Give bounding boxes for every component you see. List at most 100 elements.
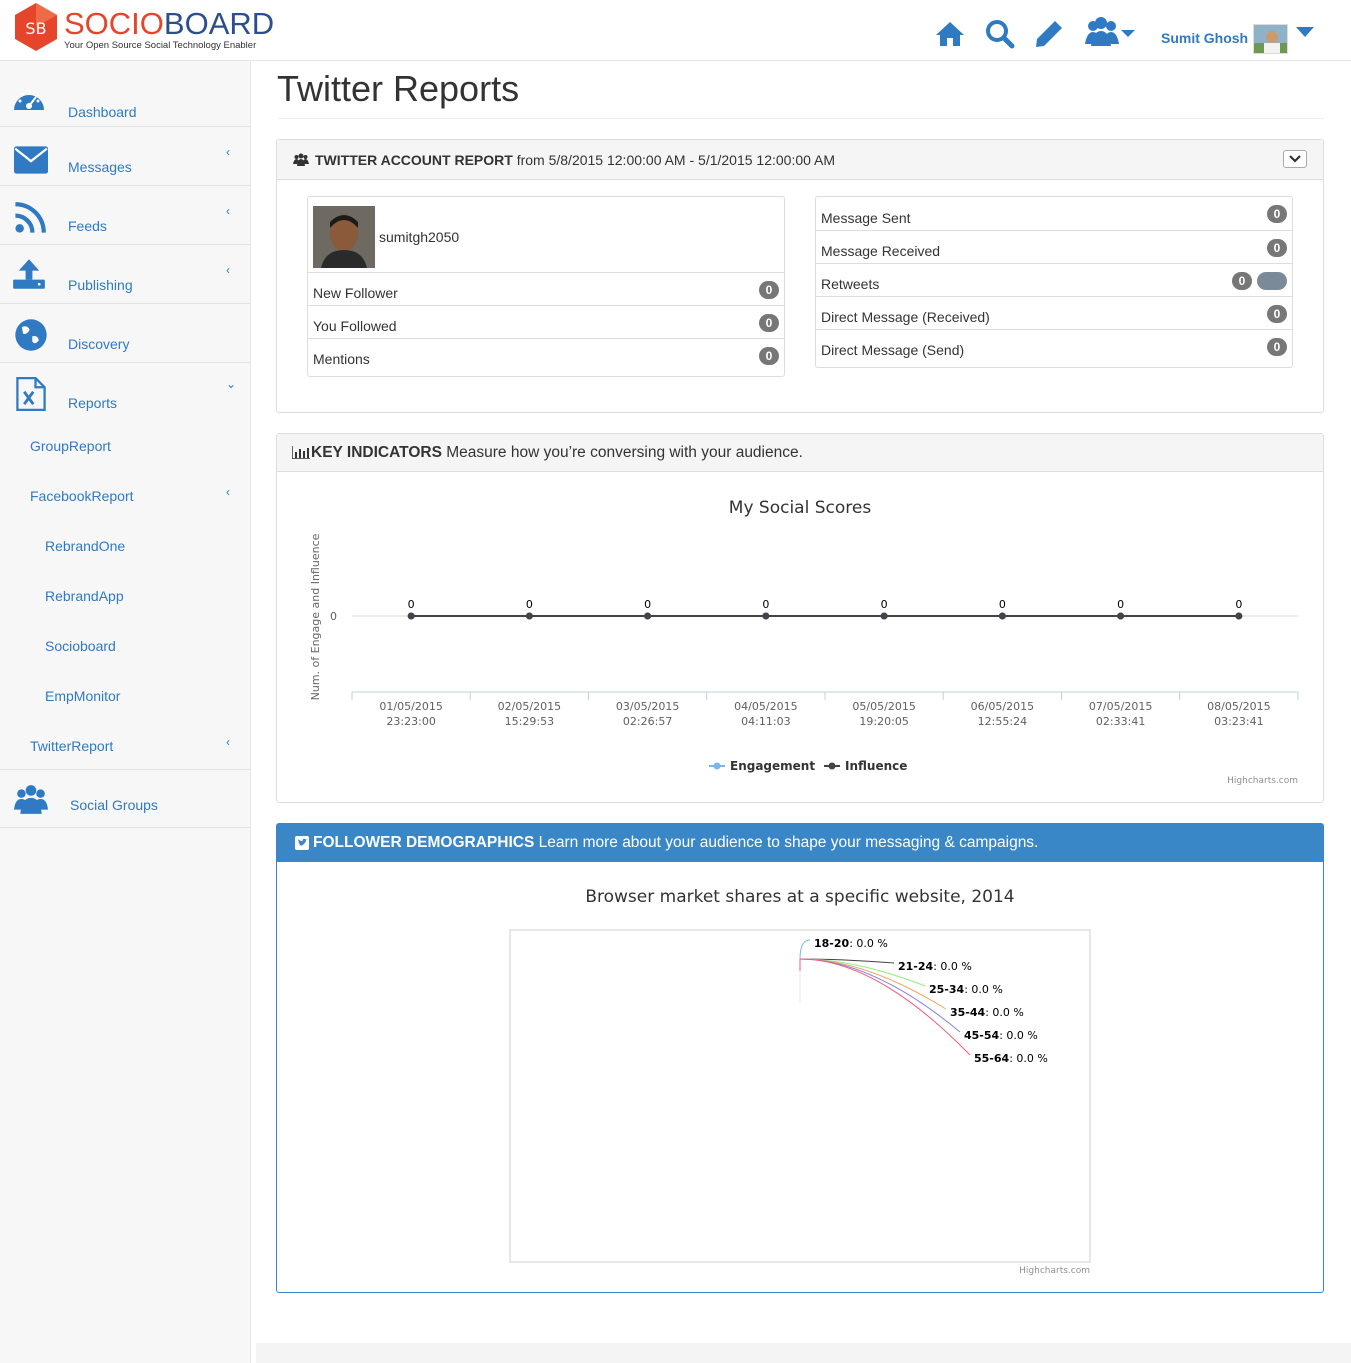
chevron-left-icon: ‹	[226, 263, 230, 277]
logo-hexagon-icon: SB	[15, 3, 57, 51]
page-title: Twitter Reports	[277, 68, 520, 109]
home-icon[interactable]	[934, 18, 966, 50]
collapse-toggle-button[interactable]	[1283, 150, 1307, 168]
count-badge: 0	[1267, 205, 1287, 223]
pie-label-55-64: 55-64: 0.0 %	[974, 1052, 1048, 1065]
socioboard-logo[interactable]: SB SOCIOBOARD Your Open Source Social Te…	[14, 2, 274, 58]
key-indicators-header: KEY INDICATORS Measure how you’re conver…	[277, 434, 1323, 472]
sidebar-subitem-facebookreport[interactable]: FacebookReport	[30, 488, 134, 538]
data-point	[1117, 612, 1125, 620]
profile-avatar	[313, 206, 375, 268]
sidebar-item-label: Discovery	[68, 336, 130, 352]
chevron-down-icon	[1289, 155, 1301, 163]
sidebar-item-label: Social Groups	[70, 797, 158, 813]
account-report-header: TWITTER ACCOUNT REPORT from 5/8/2015 12:…	[277, 140, 1323, 180]
data-point	[880, 612, 888, 620]
x-tick-label: 08/05/2015 03:23:41	[1207, 700, 1270, 728]
key-indicators-title: KEY INDICATORS Measure how you’re conver…	[311, 444, 803, 461]
users-dropdown-icon[interactable]	[1085, 16, 1137, 48]
data-point	[525, 612, 533, 620]
x-tick-label: 07/05/2015 02:33:41	[1089, 700, 1152, 728]
sidebar-subitem-socioboard[interactable]: Socioboard	[45, 638, 116, 688]
sidebar-item-social-groups[interactable]: Social Groups	[0, 769, 250, 828]
follower-demographics-panel: FOLLOWER DEMOGRAPHICS Learn more about y…	[276, 823, 1324, 1293]
profile-username[interactable]: sumitgh2050	[379, 229, 459, 245]
rss-icon	[15, 202, 46, 233]
data-point	[407, 612, 415, 620]
sidebar-item-feeds[interactable]: Feeds ‹	[0, 186, 250, 245]
pie-label-35-44: 35-44: 0.0 %	[950, 1006, 1024, 1019]
legend-item-influence: Influence	[845, 759, 907, 773]
logo-wordmark: SOCIOBOARD	[64, 6, 275, 41]
sidebar-subitem-rebrandapp[interactable]: RebrandApp	[45, 588, 124, 638]
upload-icon	[13, 259, 45, 289]
legend-marker	[828, 762, 836, 770]
x-tick-label: 02/05/2015 15:29:53	[498, 700, 561, 728]
x-tick-label: 01/05/2015 23:23:00	[379, 700, 442, 728]
data-label: 0	[999, 598, 1006, 611]
sidebar-item-reports[interactable]: Reports ⌄	[0, 363, 250, 422]
data-label: 0	[408, 598, 415, 611]
account-report-panel: TWITTER ACCOUNT REPORT from 5/8/2015 12:…	[276, 139, 1324, 413]
sidebar-item-dashboard[interactable]: Dashboard	[0, 71, 250, 127]
count-badge: 0	[1232, 272, 1252, 290]
follower-demographics-header: FOLLOWER DEMOGRAPHICS Learn more about y…	[277, 824, 1323, 862]
list-item-retweets: Retweets 0	[816, 263, 1292, 296]
sidebar-item-label: Reports	[68, 395, 118, 411]
logo-badge-text: SB	[25, 19, 46, 38]
profile-photo-image	[313, 206, 375, 268]
demographics-pie-chart: Browser market shares at a specific webs…	[509, 887, 1091, 1276]
bar-chart-icon	[292, 446, 310, 459]
pie-label-18-20: 18-20: 0.0 %	[814, 937, 888, 950]
y-tick-label: 0	[330, 610, 337, 623]
pie-label-25-34: 25-34: 0.0 %	[929, 983, 1003, 996]
account-profile-list: sumitgh2050 New Follower 0 You Followed …	[307, 196, 785, 377]
sidebar-subitem-rebrandone[interactable]: RebrandOne	[45, 538, 125, 588]
title-divider	[277, 118, 1324, 119]
legend-marker	[713, 762, 721, 770]
top-navbar: SB SOCIOBOARD Your Open Source Social Te…	[0, 0, 1351, 61]
list-item-message-sent: Message Sent 0	[816, 197, 1292, 230]
data-point	[1235, 612, 1243, 620]
sidebar: Dashboard Messages ‹ Feeds ‹ Publishing …	[0, 61, 251, 1363]
social-scores-line-chart: My Social Scores Num. of Engage and Influ…	[309, 498, 1299, 786]
chevron-down-icon: ⌄	[226, 377, 237, 391]
pencil-icon[interactable]	[1033, 18, 1065, 50]
chevron-left-icon: ‹	[226, 145, 230, 159]
chevron-left-icon: ‹	[226, 204, 230, 218]
sidebar-item-messages[interactable]: Messages ‹	[0, 127, 250, 186]
data-label: 0	[762, 598, 769, 611]
search-icon[interactable]	[984, 18, 1016, 50]
x-tick-label: 06/05/2015 12:55:24	[971, 700, 1034, 728]
data-label: 0	[881, 598, 888, 611]
list-item-mentions: Mentions 0	[308, 338, 784, 371]
data-point	[762, 612, 770, 620]
account-report-title: TWITTER ACCOUNT REPORT from 5/8/2015 12:…	[315, 152, 836, 168]
retweet-toggle[interactable]	[1257, 272, 1287, 290]
twitter-square-icon	[295, 836, 309, 850]
sidebar-item-publishing[interactable]: Publishing ‹	[0, 245, 250, 304]
data-label: 0	[1235, 598, 1242, 611]
chevron-left-icon: ‹	[226, 485, 230, 499]
message-stats-list: Message Sent 0 Message Received 0 Retwee…	[815, 196, 1293, 368]
x-tick-label: 03/05/2015 02:26:57	[616, 700, 679, 728]
chart-credit: Highcharts.com	[1227, 776, 1298, 786]
data-label: 0	[1117, 598, 1124, 611]
logo-tagline: Your Open Source Social Technology Enabl…	[64, 40, 257, 51]
count-badge: 0	[1267, 338, 1287, 356]
users-icon	[293, 153, 309, 166]
sidebar-subitem-empmonitor[interactable]: EmpMonitor	[45, 688, 120, 738]
user-menu-caret-icon[interactable]	[1296, 27, 1314, 37]
chart-title: My Social Scores	[729, 498, 872, 518]
sidebar-item-discovery[interactable]: Discovery	[0, 304, 250, 363]
excel-file-icon	[16, 377, 46, 411]
count-badge: 0	[759, 281, 779, 299]
legend-item-engagement: Engagement	[730, 759, 815, 773]
follower-demographics-title: FOLLOWER DEMOGRAPHICS Learn more about y…	[313, 834, 1039, 851]
dashboard-icon	[14, 89, 44, 110]
sidebar-subitem-groupreport[interactable]: GroupReport	[30, 438, 111, 488]
user-name[interactable]: Sumit Ghosh	[1161, 30, 1248, 46]
sidebar-item-label: Dashboard	[68, 104, 137, 120]
user-avatar[interactable]	[1253, 24, 1288, 54]
sidebar-item-label: Publishing	[68, 277, 133, 293]
